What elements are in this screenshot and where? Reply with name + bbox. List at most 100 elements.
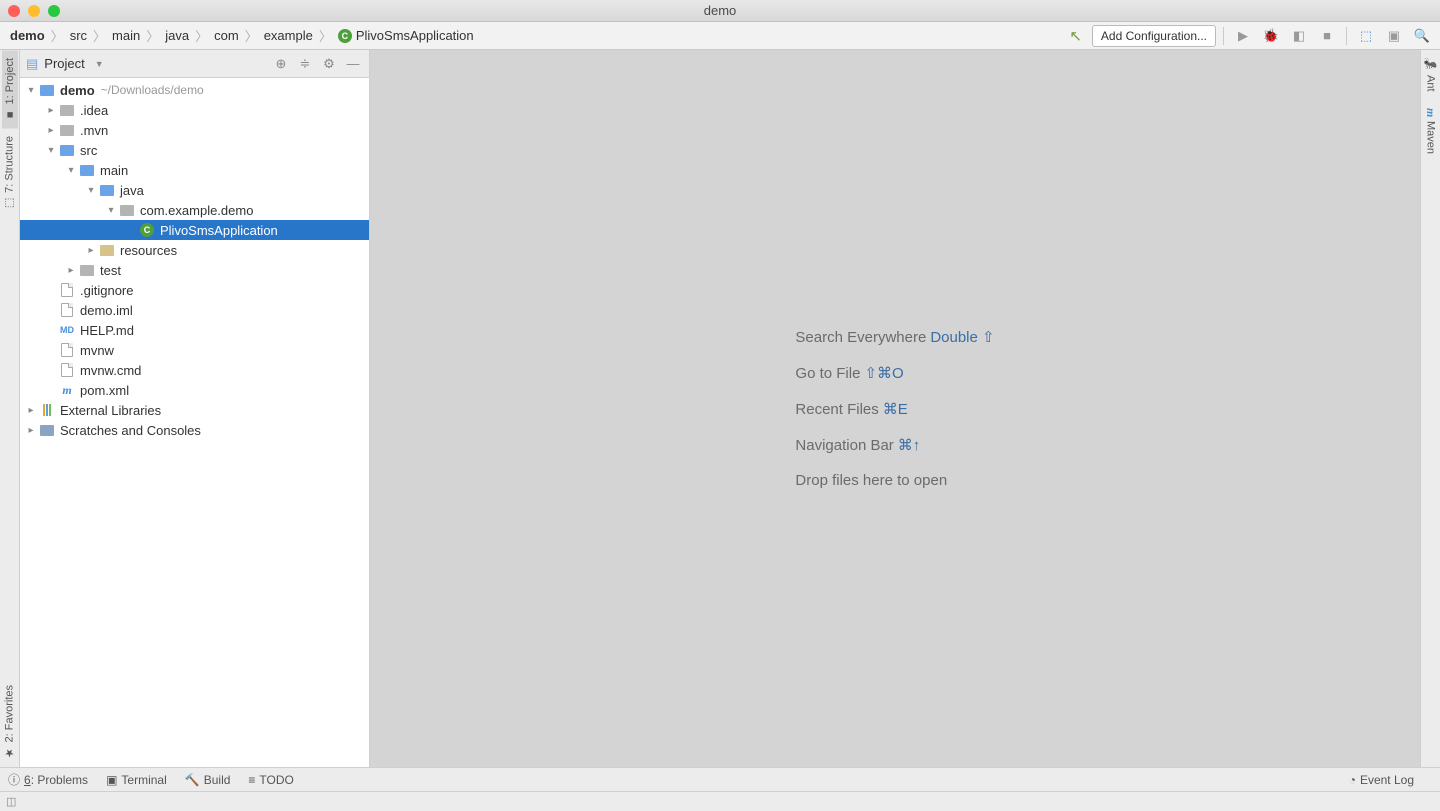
hint-drop-files: Drop files here to open <box>795 472 994 489</box>
tree-label: pom.xml <box>80 383 129 398</box>
build-icon[interactable]: ↖ <box>1063 27 1088 45</box>
tree-row[interactable]: demo.iml <box>20 300 369 320</box>
run-icon[interactable]: ▶ <box>1231 25 1255 47</box>
tree-label: test <box>100 263 121 278</box>
tree-row-root[interactable]: ▾ demo ~/Downloads/demo <box>20 80 369 100</box>
hide-icon[interactable]: — <box>343 54 363 74</box>
tree-row[interactable]: m pom.xml <box>20 380 369 400</box>
tool-window-header: ▤ Project ▼ ⊕ ≑ ⚙ — <box>20 50 369 78</box>
maximize-window-button[interactable] <box>48 5 60 17</box>
status-bar: ◫ <box>0 791 1440 811</box>
expand-icon[interactable]: ▸ <box>24 405 38 416</box>
expand-icon[interactable]: ▸ <box>24 425 38 436</box>
expand-icon[interactable]: ▾ <box>84 185 98 196</box>
folder-icon <box>58 105 76 116</box>
project-tree[interactable]: ▾ demo ~/Downloads/demo ▸ .idea ▸ .mvn ▾… <box>20 78 369 767</box>
event-log-tab[interactable]: ◔Event Log <box>1349 773 1414 787</box>
editor-empty-area[interactable]: Search EverywhereDouble ⇧ Go to File⇧⌘O … <box>370 50 1420 767</box>
tree-label: .mvn <box>80 123 108 138</box>
maven-tab[interactable]: mMaven <box>1421 100 1440 162</box>
project-tab[interactable]: ■1: Project <box>2 50 18 128</box>
tree-label: demo.iml <box>80 303 133 318</box>
window-title: demo <box>704 3 737 18</box>
tree-row[interactable]: ▾ java <box>20 180 369 200</box>
toggle-toolwindows-icon[interactable]: ◫ <box>6 795 16 808</box>
navigation-bar: demo 〉 src 〉 main 〉 java 〉 com 〉 example… <box>0 22 1440 50</box>
breadcrumb-item[interactable]: com <box>210 28 243 43</box>
structure-tab[interactable]: ⬚7: Structure <box>1 128 18 218</box>
expand-all-icon[interactable]: ≑ <box>295 54 315 74</box>
tree-row[interactable]: ▸ Scratches and Consoles <box>20 420 369 440</box>
tree-label: .idea <box>80 103 108 118</box>
search-icon[interactable]: 🔍 <box>1410 25 1434 47</box>
close-window-button[interactable] <box>8 5 20 17</box>
class-icon: C <box>338 29 352 43</box>
git-icon[interactable]: ⬚ <box>1354 25 1378 47</box>
tree-row[interactable]: mvnw.cmd <box>20 360 369 380</box>
maven-file-icon: m <box>58 383 76 398</box>
tree-label: Scratches and Consoles <box>60 423 201 438</box>
expand-icon[interactable]: ▾ <box>44 145 58 156</box>
settings-icon[interactable]: ⚙ <box>319 54 339 74</box>
expand-icon[interactable]: ▸ <box>44 105 58 116</box>
expand-icon[interactable]: ▸ <box>64 265 78 276</box>
tree-row[interactable]: .gitignore <box>20 280 369 300</box>
breadcrumb-separator: 〉 <box>193 26 210 45</box>
breadcrumb-separator: 〉 <box>317 26 334 45</box>
tree-row-selected[interactable]: C PlivoSmsApplication <box>20 220 369 240</box>
file-icon <box>58 363 76 377</box>
terminal-icon: ▣ <box>106 773 117 787</box>
file-icon <box>58 303 76 317</box>
left-stripe: ■1: Project ⬚7: Structure ★2: Favorites <box>0 50 20 767</box>
tree-row[interactable]: ▾ src <box>20 140 369 160</box>
stop-icon[interactable]: ■ <box>1315 25 1339 47</box>
tree-row[interactable]: MD HELP.md <box>20 320 369 340</box>
select-opened-icon[interactable]: ⊕ <box>271 54 291 74</box>
window-controls <box>8 5 60 17</box>
tree-row[interactable]: ▾ main <box>20 160 369 180</box>
tree-row[interactable]: mvnw <box>20 340 369 360</box>
expand-icon[interactable]: ▾ <box>24 85 38 96</box>
expand-icon[interactable]: ▾ <box>104 205 118 216</box>
tree-row[interactable]: ▸ resources <box>20 240 369 260</box>
breadcrumb-item[interactable]: example <box>260 28 317 43</box>
ant-tab[interactable]: 🐜Ant <box>1422 50 1439 100</box>
breadcrumb-item[interactable]: demo <box>6 28 49 43</box>
todo-tab[interactable]: ≡TODO <box>248 773 293 787</box>
minimize-window-button[interactable] <box>28 5 40 17</box>
tree-row[interactable]: ▸ test <box>20 260 369 280</box>
markdown-icon: MD <box>58 325 76 335</box>
breadcrumb-item[interactable]: C PlivoSmsApplication <box>334 28 478 43</box>
run-configuration-select[interactable]: Add Configuration... <box>1092 25 1216 47</box>
coverage-icon[interactable]: ◧ <box>1287 25 1311 47</box>
terminal-tab[interactable]: ▣Terminal <box>106 773 167 787</box>
layout-icon[interactable]: ▣ <box>1382 25 1406 47</box>
tree-row[interactable]: ▸ External Libraries <box>20 400 369 420</box>
tool-window-title[interactable]: ▤ Project ▼ <box>26 56 104 72</box>
empty-hints: Search EverywhereDouble ⇧ Go to File⇧⌘O … <box>795 328 994 489</box>
tree-label: mvnw <box>80 343 114 358</box>
debug-icon[interactable]: 🐞 <box>1259 25 1283 47</box>
breadcrumb-item[interactable]: main <box>108 28 144 43</box>
tree-row[interactable]: ▾ com.example.demo <box>20 200 369 220</box>
hint-navigation-bar: Navigation Bar⌘↑ <box>795 436 994 454</box>
expand-icon[interactable]: ▾ <box>64 165 78 176</box>
chevron-down-icon: ▼ <box>95 59 104 69</box>
problems-tab[interactable]: ⓘ 6: Problems <box>8 771 88 788</box>
tree-label: PlivoSmsApplication <box>160 223 278 238</box>
build-tab[interactable]: 🔨Build <box>185 773 231 787</box>
tree-label: src <box>80 143 97 158</box>
expand-icon[interactable]: ▸ <box>84 245 98 256</box>
favorites-tab[interactable]: ★2: Favorites <box>1 677 18 767</box>
breadcrumb-item[interactable]: java <box>161 28 193 43</box>
tree-row[interactable]: ▸ .idea <box>20 100 369 120</box>
tree-label: mvnw.cmd <box>80 363 141 378</box>
folder-icon <box>78 165 96 176</box>
tree-row[interactable]: ▸ .mvn <box>20 120 369 140</box>
package-icon <box>118 205 136 216</box>
folder-icon <box>58 145 76 156</box>
scratches-icon <box>38 425 56 436</box>
expand-icon[interactable]: ▸ <box>44 125 58 136</box>
breadcrumb-item[interactable]: src <box>66 28 91 43</box>
right-stripe: 🐜Ant mMaven <box>1420 50 1440 767</box>
